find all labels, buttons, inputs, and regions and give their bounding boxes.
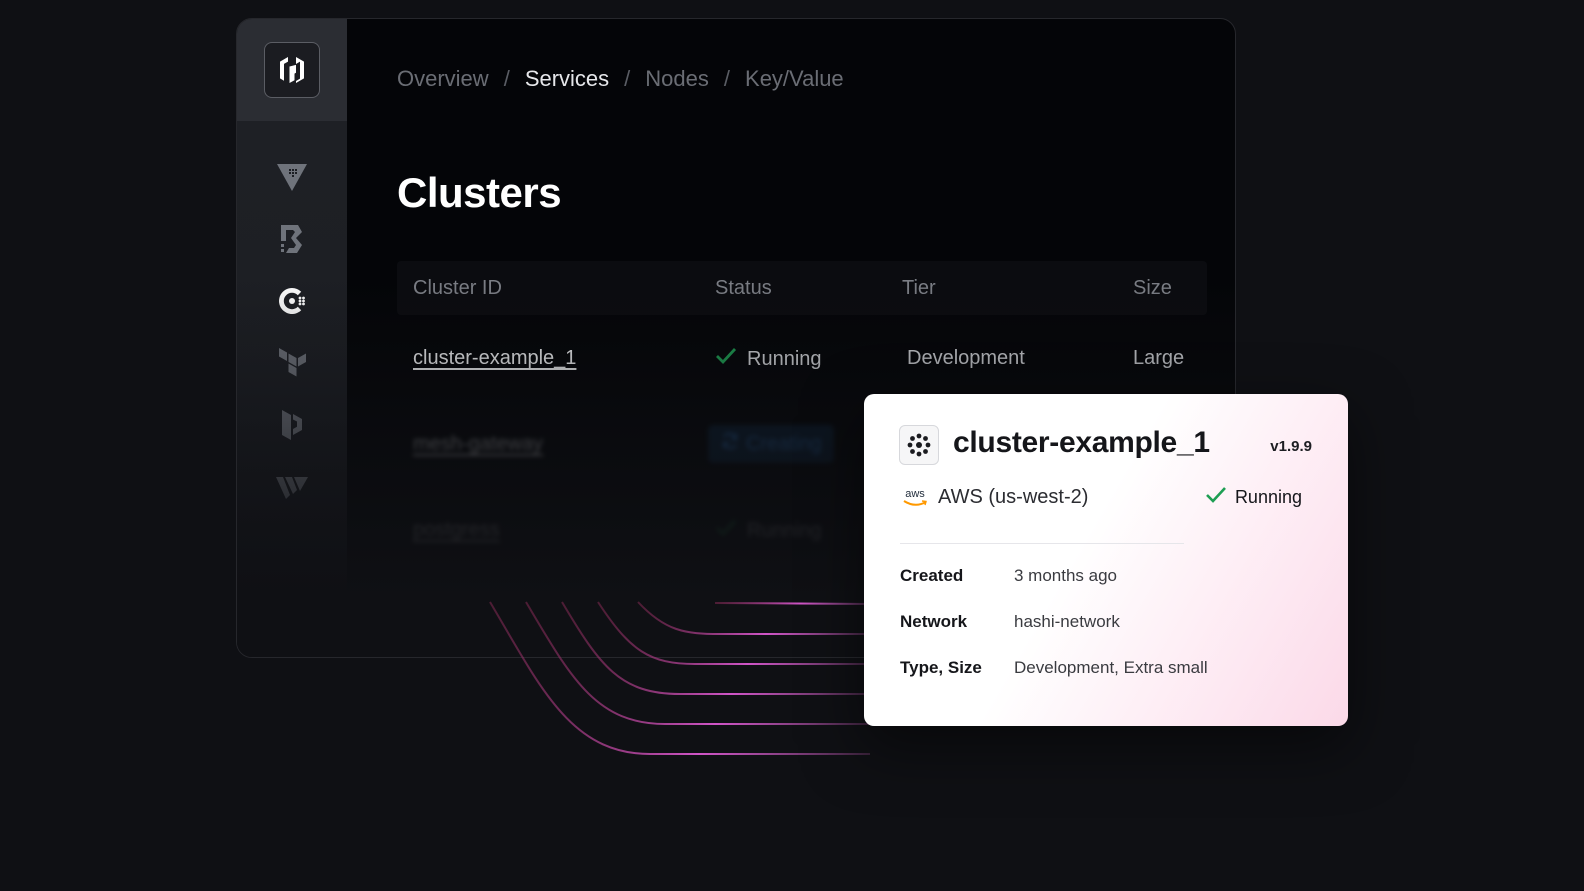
sidebar-item-terraform[interactable] <box>237 334 347 396</box>
status-label: Running <box>1234 487 1302 507</box>
sidebar-nav <box>237 148 347 520</box>
aws-logo-text: aws <box>905 487 925 500</box>
connector-curves <box>489 601 870 755</box>
consul-icon <box>276 285 308 322</box>
status-label: Running <box>747 519 822 542</box>
status-cell: Running <box>715 519 822 543</box>
check-icon <box>1205 486 1227 509</box>
terraform-icon <box>276 347 308 384</box>
detail-label: Type, Size <box>900 658 982 677</box>
breadcrumb-services[interactable]: Services <box>525 66 609 92</box>
version-label: v1.9.9 <box>1270 438 1312 455</box>
connector-curve <box>637 601 870 635</box>
aws-logo-icon: aws <box>902 487 928 507</box>
status-label: Running <box>747 347 822 370</box>
breadcrumb-overview[interactable]: Overview <box>397 66 489 92</box>
card-title: cluster-example_1 <box>953 426 1210 459</box>
table-row[interactable]: cluster-example_1 Running Development La… <box>397 315 1207 401</box>
waypoint-icon <box>275 473 309 506</box>
connector-curve <box>714 602 870 605</box>
detail-value: hashi-network <box>1014 612 1120 631</box>
breadcrumb-key-value[interactable]: Key/Value <box>745 66 844 92</box>
cluster-id-link[interactable]: mesh-gateway <box>413 433 543 456</box>
column-header-tier[interactable]: Tier <box>902 277 936 300</box>
check-icon <box>715 347 737 371</box>
sidebar-item-waypoint[interactable] <box>237 458 347 520</box>
creating-badge: Creating <box>708 425 834 463</box>
cluster-id-link[interactable]: cluster-example_1 <box>413 347 576 370</box>
status-label: Creating <box>746 432 822 455</box>
vault-icon <box>276 161 308 198</box>
page-title: Clusters <box>397 169 562 216</box>
detail-label: Created <box>900 566 964 585</box>
table-header: Cluster ID Status Tier Size <box>397 261 1207 315</box>
breadcrumb-separator: / <box>624 66 631 91</box>
breadcrumb-nodes[interactable]: Nodes <box>645 66 709 92</box>
provider-label: AWS (us-west-2) <box>938 486 1089 508</box>
size-cell: Large <box>1133 347 1185 369</box>
sidebar <box>237 19 347 657</box>
detail-value: Development, Extra small <box>1014 658 1208 677</box>
provider-info: aws AWS (us-west-2) <box>902 486 1088 509</box>
column-header-size[interactable]: Size <box>1133 277 1172 300</box>
check-icon <box>715 519 737 543</box>
consul-cluster-icon <box>899 425 939 465</box>
detail-label: Network <box>900 612 968 631</box>
sync-icon <box>720 431 740 457</box>
sidebar-logo-area <box>237 19 347 121</box>
status-cell: Running <box>715 347 822 371</box>
column-header-status[interactable]: Status <box>715 277 772 300</box>
status-cell: Creating <box>708 425 834 463</box>
sidebar-item-packer[interactable] <box>237 396 347 458</box>
column-header-cluster-id[interactable]: Cluster ID <box>413 277 502 300</box>
cluster-detail-card[interactable]: cluster-example_1 v1.9.9 aws AWS (us-wes… <box>864 394 1348 726</box>
sidebar-item-consul[interactable] <box>237 272 347 334</box>
card-status: Running <box>1205 486 1302 509</box>
breadcrumb: Overview / Services / Nodes / Key/Value <box>397 66 844 92</box>
boundary-icon <box>278 223 306 260</box>
divider <box>900 543 1184 544</box>
tier-cell: Development <box>907 347 1025 369</box>
cluster-id-link[interactable]: postgress <box>413 519 500 542</box>
packer-icon <box>278 409 306 446</box>
breadcrumb-separator: / <box>723 66 731 91</box>
detail-value: 3 months ago <box>1014 566 1118 585</box>
sidebar-item-boundary[interactable] <box>237 210 347 272</box>
sidebar-item-vault[interactable] <box>237 148 347 210</box>
breadcrumb-separator: / <box>503 66 510 91</box>
hashicorp-logo-icon[interactable] <box>264 42 320 98</box>
connector-curve <box>489 601 870 755</box>
